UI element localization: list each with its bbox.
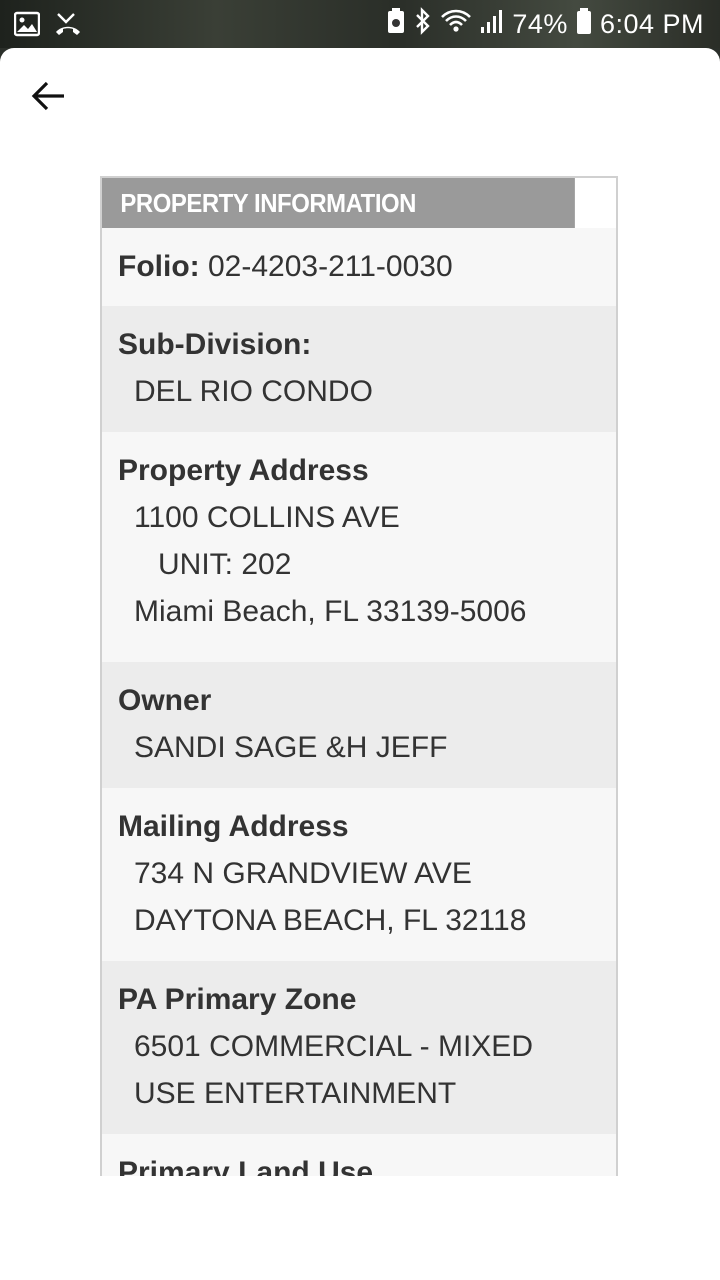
primary-zone-line2: USE ENTERTAINMENT	[134, 1077, 457, 1110]
mailing-address-label: Mailing Address	[118, 810, 349, 843]
missed-call-icon	[54, 10, 82, 43]
battery-icon	[576, 7, 592, 42]
clock: 6:04 PM	[599, 8, 704, 39]
status-bar: 74% 6:04 PM	[0, 0, 720, 48]
property-information-panel: PROPERTY INFORMATION Folio: 02-4203-211-…	[100, 176, 618, 1176]
subdivision-row: Sub-Division: DEL RIO CONDO	[102, 306, 616, 432]
battery-saver-icon	[386, 7, 406, 42]
folio-label: Folio:	[118, 250, 200, 283]
property-address-label: Property Address	[118, 454, 369, 487]
wifi-icon	[440, 7, 472, 42]
subdivision-label: Sub-Division:	[118, 328, 312, 361]
owner-row: Owner SANDI SAGE &H JEFF	[102, 662, 616, 788]
primary-land-use-label: Primary Land Use	[118, 1156, 374, 1176]
mailing-address-street: 734 N GRANDVIEW AVE	[134, 857, 472, 890]
folio-row: Folio: 02-4203-211-0030	[102, 228, 616, 306]
primary-zone-label: PA Primary Zone	[118, 983, 357, 1016]
primary-land-use-row: Primary Land Use	[102, 1134, 616, 1176]
folio-value: 02-4203-211-0030	[207, 250, 453, 283]
property-address-unit: UNIT: 202	[158, 548, 292, 581]
bottom-sheet: PROPERTY INFORMATION Folio: 02-4203-211-…	[0, 48, 720, 1280]
subdivision-value: DEL RIO CONDO	[134, 375, 373, 408]
battery-percent: 74%	[512, 8, 568, 39]
owner-value: SANDI SAGE &H JEFF	[134, 731, 448, 764]
status-bar-right: 74% 6:04 PM	[386, 6, 704, 42]
mailing-address-city: DAYTONA BEACH, FL 32118	[134, 904, 527, 937]
arrow-left-icon	[30, 80, 66, 117]
property-address-street: 1100 COLLINS AVE	[134, 501, 400, 534]
panel-title: PROPERTY INFORMATION	[102, 178, 575, 228]
mailing-address-row: Mailing Address 734 N GRANDVIEW AVE DAYT…	[102, 788, 616, 961]
status-bar-left	[13, 10, 82, 43]
image-icon	[13, 11, 41, 42]
signal-icon	[480, 7, 504, 42]
property-address-row: Property Address 1100 COLLINS AVE UNIT: …	[102, 432, 616, 662]
primary-zone-line1: 6501 COMMERCIAL - MIXED	[134, 1030, 533, 1063]
primary-zone-row: PA Primary Zone 6501 COMMERCIAL - MIXED …	[102, 961, 616, 1134]
bluetooth-icon	[414, 6, 432, 42]
owner-label: Owner	[118, 684, 212, 717]
property-address-city: Miami Beach, FL 33139-5006	[134, 595, 527, 628]
back-button[interactable]	[24, 74, 72, 122]
